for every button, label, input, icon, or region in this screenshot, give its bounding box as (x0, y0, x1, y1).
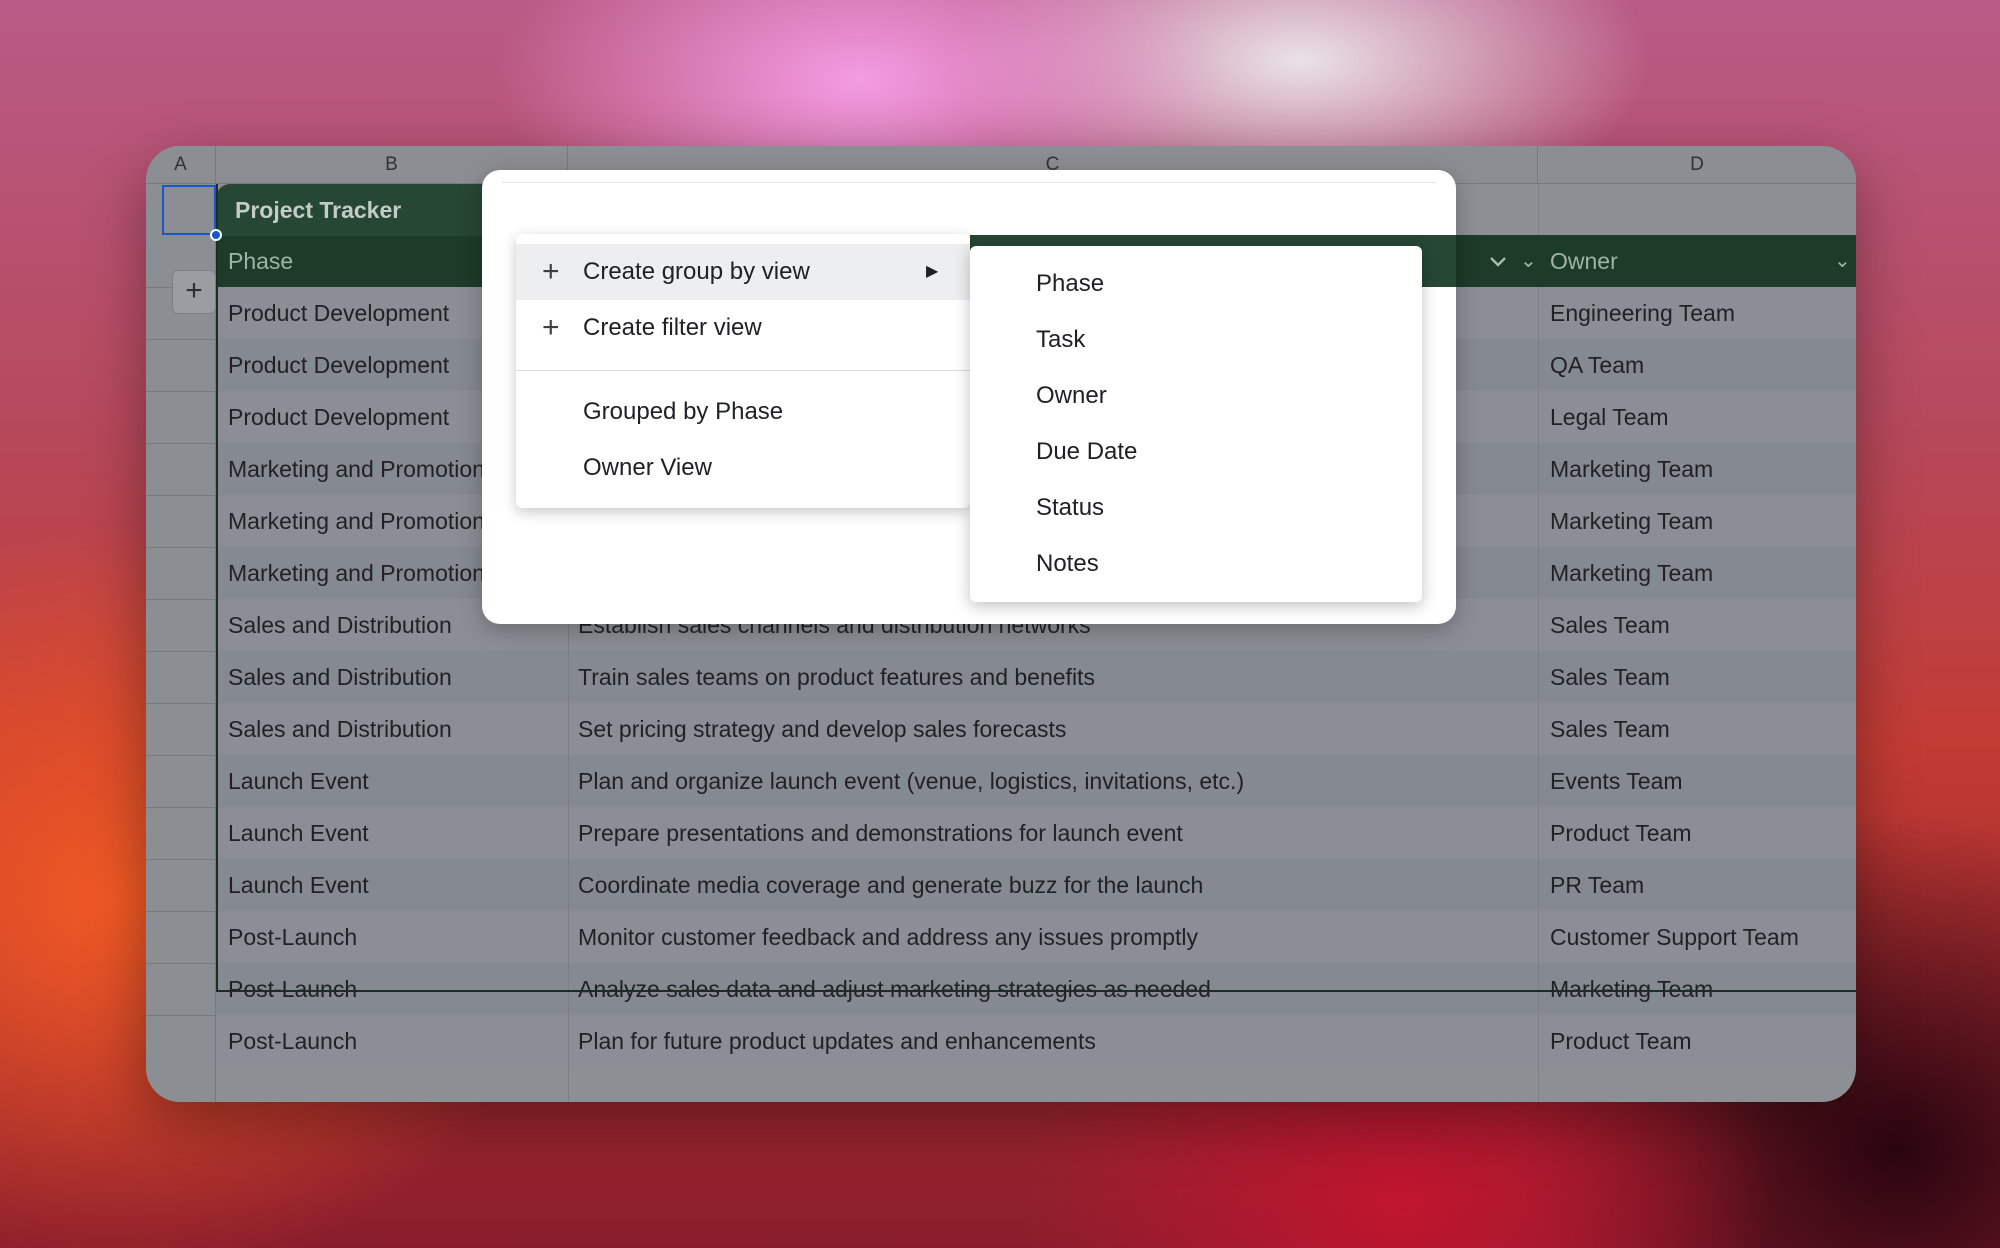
submenu-item-owner[interactable]: Owner (970, 368, 1422, 424)
cell-phase[interactable]: Post-Launch (228, 911, 558, 963)
cell-owner[interactable]: Marketing Team (1550, 963, 1850, 1015)
submenu-item-status[interactable]: Status (970, 480, 1422, 536)
cell-phase[interactable]: Sales and Distribution (228, 651, 558, 703)
panel-divider (502, 182, 1436, 183)
row-gridline (146, 651, 216, 652)
cell-owner[interactable]: Sales Team (1550, 703, 1850, 755)
table-row: Sales and Distribution Train sales teams … (216, 651, 1856, 703)
row-gridline (146, 547, 216, 548)
cell-task[interactable]: Monitor customer feedback and address an… (578, 911, 1528, 963)
row-gridline (146, 807, 216, 808)
row-gridline (146, 495, 216, 496)
cell-phase[interactable]: Launch Event (228, 859, 558, 911)
plus-icon: + (542, 311, 560, 344)
cell-task[interactable]: Train sales teams on product features an… (578, 651, 1528, 703)
table-title: Project Tracker (235, 197, 402, 223)
menu-divider (516, 370, 970, 371)
submenu-item-due-date[interactable]: Due Date (970, 424, 1422, 480)
row-gridline (146, 391, 216, 392)
table-row: Launch Event Coordinate media coverage an… (216, 859, 1856, 911)
row-gridline (146, 703, 216, 704)
cell-owner[interactable]: Sales Team (1550, 651, 1850, 703)
table-row: Post-Launch Monitor customer feedback and… (216, 911, 1856, 963)
cell-owner[interactable]: Engineering Team (1550, 287, 1850, 339)
row-gutter (146, 184, 216, 1102)
add-row-button[interactable]: + (172, 270, 216, 314)
row-gridline (146, 443, 216, 444)
cell-phase[interactable]: Launch Event (228, 755, 558, 807)
cell-owner[interactable]: Legal Team (1550, 391, 1850, 443)
header-phase[interactable]: Phase (228, 235, 293, 287)
views-menu: + Create group by view ▶ + Create filter… (516, 234, 970, 508)
submenu-item-task[interactable]: Task (970, 312, 1422, 368)
cell-owner[interactable]: Events Team (1550, 755, 1850, 807)
chevron-down-icon[interactable]: ⌄ (1834, 235, 1851, 287)
cell-owner[interactable]: Sales Team (1550, 599, 1850, 651)
cell-task[interactable]: Set pricing strategy and develop sales f… (578, 703, 1528, 755)
row-gridline (146, 1015, 216, 1016)
cell-owner[interactable]: Marketing Team (1550, 547, 1850, 599)
column-header-d[interactable]: D (1538, 146, 1856, 184)
cell-task[interactable]: Plan and organize launch event (venue, l… (578, 755, 1528, 807)
cell-owner[interactable]: Marketing Team (1550, 495, 1850, 547)
group-by-submenu: Phase Task Owner Due Date Status Notes (970, 246, 1422, 602)
cell-task[interactable]: Plan for future product updates and enha… (578, 1015, 1528, 1067)
submenu-arrow-icon: ▶ (926, 263, 939, 280)
cell-phase[interactable]: Launch Event (228, 807, 558, 859)
row-gridline (146, 963, 216, 964)
plus-icon: + (542, 255, 560, 288)
cell-task[interactable]: Coordinate media coverage and generate b… (578, 859, 1528, 911)
cell-task[interactable]: Analyze sales data and adjust marketing … (578, 963, 1528, 1015)
cell-task[interactable]: Prepare presentations and demonstrations… (578, 807, 1528, 859)
cell-owner[interactable]: Product Team (1550, 1015, 1850, 1067)
column-divider (1538, 184, 1539, 1102)
cell-phase[interactable]: Post-Launch (228, 963, 558, 1015)
row-gridline (146, 911, 216, 912)
table-row: Post-Launch Plan for future product updat… (216, 1015, 1856, 1067)
submenu-item-notes[interactable]: Notes (970, 536, 1422, 592)
row-gridline (146, 599, 216, 600)
cell-phase[interactable]: Post-Launch (228, 1015, 558, 1067)
chevron-down-icon[interactable] (1487, 250, 1509, 272)
cell-owner[interactable]: Customer Support Team (1550, 911, 1850, 963)
chevron-down-icon[interactable]: ⌄ (1520, 235, 1537, 287)
cell-owner[interactable]: Product Team (1550, 807, 1850, 859)
submenu-item-phase[interactable]: Phase (970, 256, 1422, 312)
menu-item-create-group-by-view[interactable]: + Create group by view ▶ (516, 244, 970, 300)
table-row: Sales and Distribution Set pricing strate… (216, 703, 1856, 755)
row-gridline (146, 859, 216, 860)
menu-item-owner-view[interactable]: Owner View (516, 440, 970, 496)
table-row: Launch Event Plan and organize launch eve… (216, 755, 1856, 807)
column-header-a[interactable]: A (146, 146, 216, 184)
selection-handle[interactable] (210, 229, 222, 241)
row-gridline (146, 755, 216, 756)
cell-owner[interactable]: Marketing Team (1550, 443, 1850, 495)
cell-owner[interactable]: QA Team (1550, 339, 1850, 391)
menu-item-grouped-by-phase[interactable]: Grouped by Phase (516, 384, 970, 440)
table-row: Post-Launch Analyze sales data and adjust… (216, 963, 1856, 1015)
header-owner[interactable]: Owner (1550, 235, 1618, 287)
cell-phase[interactable]: Sales and Distribution (228, 703, 558, 755)
selected-cell[interactable] (162, 185, 216, 235)
table-row: Launch Event Prepare presentations and de… (216, 807, 1856, 859)
cell-owner[interactable]: PR Team (1550, 859, 1850, 911)
row-gridline (146, 339, 216, 340)
menu-item-create-filter-view[interactable]: + Create filter view (516, 300, 970, 356)
